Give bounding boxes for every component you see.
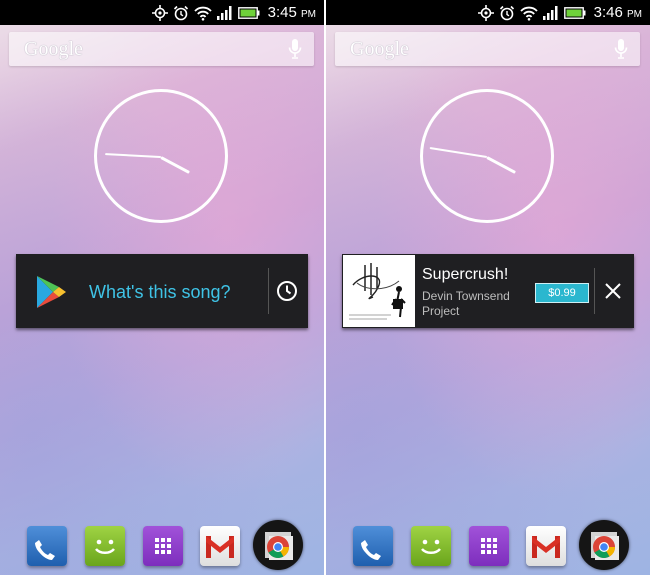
mic-icon[interactable]	[614, 39, 628, 64]
gps-icon	[477, 4, 494, 21]
google-logo: Google	[350, 38, 409, 60]
song-result-card[interactable]: Supercrush! Devin Townsend Project $0.99	[342, 254, 634, 328]
whats-this-song-label[interactable]: What's this song?	[89, 282, 231, 303]
gmail-icon[interactable]	[200, 526, 240, 566]
album-art[interactable]	[343, 255, 415, 327]
screen-left: 3:45 PM Google What's this song?	[0, 0, 324, 575]
dock	[326, 520, 650, 575]
google-search-bar[interactable]: Google	[335, 32, 640, 66]
gps-icon	[151, 4, 168, 21]
messages-icon[interactable]	[411, 526, 451, 566]
play-store-icon	[37, 276, 67, 313]
minute-hand	[429, 146, 488, 158]
signal-icon	[542, 5, 559, 20]
messages-icon[interactable]	[85, 526, 125, 566]
divider	[268, 268, 269, 314]
history-clock-icon[interactable]	[276, 280, 298, 307]
close-icon[interactable]	[604, 282, 622, 305]
divider	[594, 268, 595, 314]
mic-icon[interactable]	[288, 39, 302, 64]
song-artist: Devin Townsend Project	[422, 289, 510, 318]
chrome-icon[interactable]	[253, 520, 303, 570]
status-bar: 3:46 PM	[326, 0, 650, 25]
wifi-icon	[519, 5, 538, 21]
screen-right: 3:46 PM Google Supercrush! Devin Townsen…	[326, 0, 650, 575]
sound-search-widget[interactable]: What's this song?	[16, 254, 308, 328]
buy-price-button[interactable]: $0.99	[535, 283, 589, 303]
song-title[interactable]: Supercrush!	[422, 266, 508, 284]
dock	[0, 520, 324, 575]
hour-hand	[160, 156, 190, 174]
chrome-icon[interactable]	[579, 520, 629, 570]
phone-icon[interactable]	[353, 526, 393, 566]
wifi-icon	[193, 5, 212, 21]
status-time: 3:46 PM	[593, 4, 642, 21]
analog-clock-widget[interactable]	[94, 89, 228, 223]
alarm-icon	[499, 5, 515, 21]
phone-icon[interactable]	[27, 526, 67, 566]
google-search-bar[interactable]: Google	[9, 32, 314, 66]
battery-icon	[563, 6, 586, 19]
alarm-icon	[173, 5, 189, 21]
minute-hand	[105, 153, 162, 158]
signal-icon	[216, 5, 233, 20]
status-bar: 3:45 PM	[0, 0, 324, 25]
analog-clock-widget[interactable]	[420, 89, 554, 223]
all-apps-icon[interactable]	[143, 526, 183, 566]
hour-hand	[486, 156, 516, 174]
google-logo: Google	[24, 38, 83, 60]
battery-icon	[237, 6, 260, 19]
status-time: 3:45 PM	[267, 4, 316, 21]
gmail-icon[interactable]	[526, 526, 566, 566]
all-apps-icon[interactable]	[469, 526, 509, 566]
